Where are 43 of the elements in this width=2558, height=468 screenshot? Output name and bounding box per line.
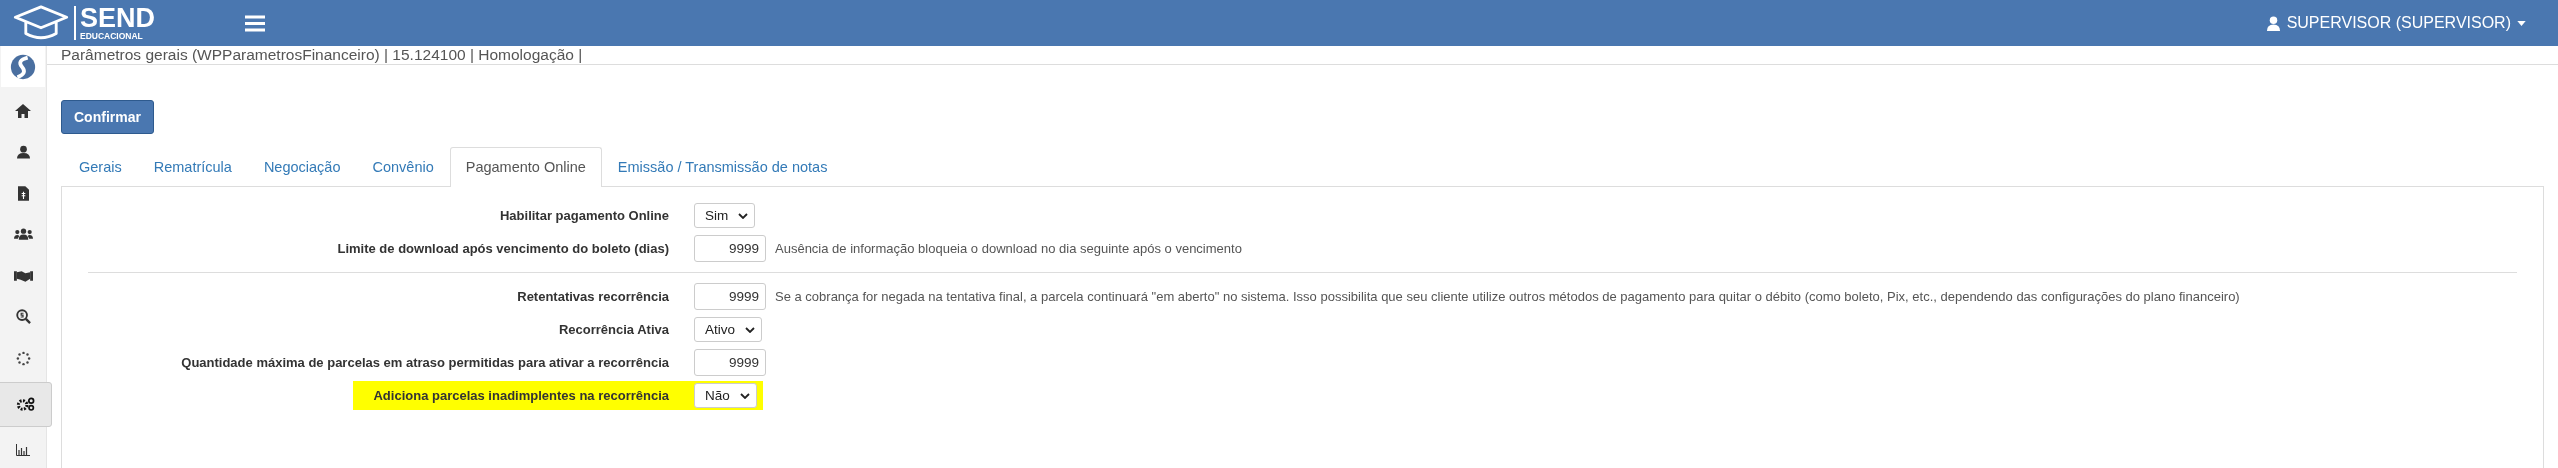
field-label: Limite de download após vencimento do boleto (dias) [336,240,670,258]
gears-icon [15,397,35,412]
number-field[interactable]: 9999 [694,235,766,262]
user-icon [2265,15,2281,31]
chevron-down-icon [739,392,750,399]
help-text: Ausência de informação bloqueia o download no dia seguinte após o vencimento [775,241,1242,256]
bar-chart-icon [16,444,30,457]
confirm-button[interactable]: Confirmar [61,100,154,134]
chevron-down-icon [738,212,749,219]
handshake-icon [13,269,33,282]
logo-subtitle: EDUCACIONAL [80,32,144,41]
app-logo-icon [9,52,37,81]
page-title: Parâmetros gerais (WPParametrosFinanceiro) | 15.124100 | Homologação | [61,46,583,64]
field-label: Adiciona parcelas inadimplentes na recorrência [353,381,694,410]
field-label: Quantidade máxima de parcelas em atraso permitidas para ativar a recorrência [180,354,670,372]
help-text: Se a cobrança for negada na tentativa final, a parcela continuará "em aberto" no sistema. Isso possibilita que seu cliente utilize outros métodos de pagamento para quitar o débito (como boleto, Pix, etc., dependendo das configurações do plano financeiro) [775,289,2240,304]
spinner-icon [15,350,31,366]
dropdown[interactable]: Sim [694,203,756,228]
tab[interactable]: Pagamento Online [449,147,602,187]
tab[interactable]: Negociação [247,147,357,186]
group-icon [13,228,33,241]
user-menu[interactable]: SUPERVISOR (SUPERVISOR) [2261,10,2530,36]
invoice-icon [17,185,29,201]
user-icon [16,144,30,159]
chevron-down-icon [745,326,755,333]
tab[interactable]: Emissão / Transmissão de notas [601,147,844,186]
search-money-icon [15,309,31,325]
graduation-cap-icon [12,4,70,42]
tab[interactable]: Rematrícula [137,147,248,186]
menu-icon[interactable] [245,14,265,32]
field-label: Retentativas recorrência [516,288,670,306]
tab[interactable]: Convênio [356,147,450,186]
tab[interactable]: Gerais [63,147,138,186]
logo-title: SEND [80,5,155,33]
field-label: Habilitar pagamento Online [498,207,670,225]
sidebar-item[interactable] [0,381,52,427]
number-field[interactable]: 9999 [694,349,766,376]
home-icon [15,103,31,118]
dropdown[interactable]: Não [694,383,757,408]
field-label: Recorrência Ativa [557,321,670,339]
dropdown[interactable]: Ativo [694,317,762,342]
number-field[interactable]: 9999 [694,283,766,310]
caret-icon [2517,20,2526,26]
